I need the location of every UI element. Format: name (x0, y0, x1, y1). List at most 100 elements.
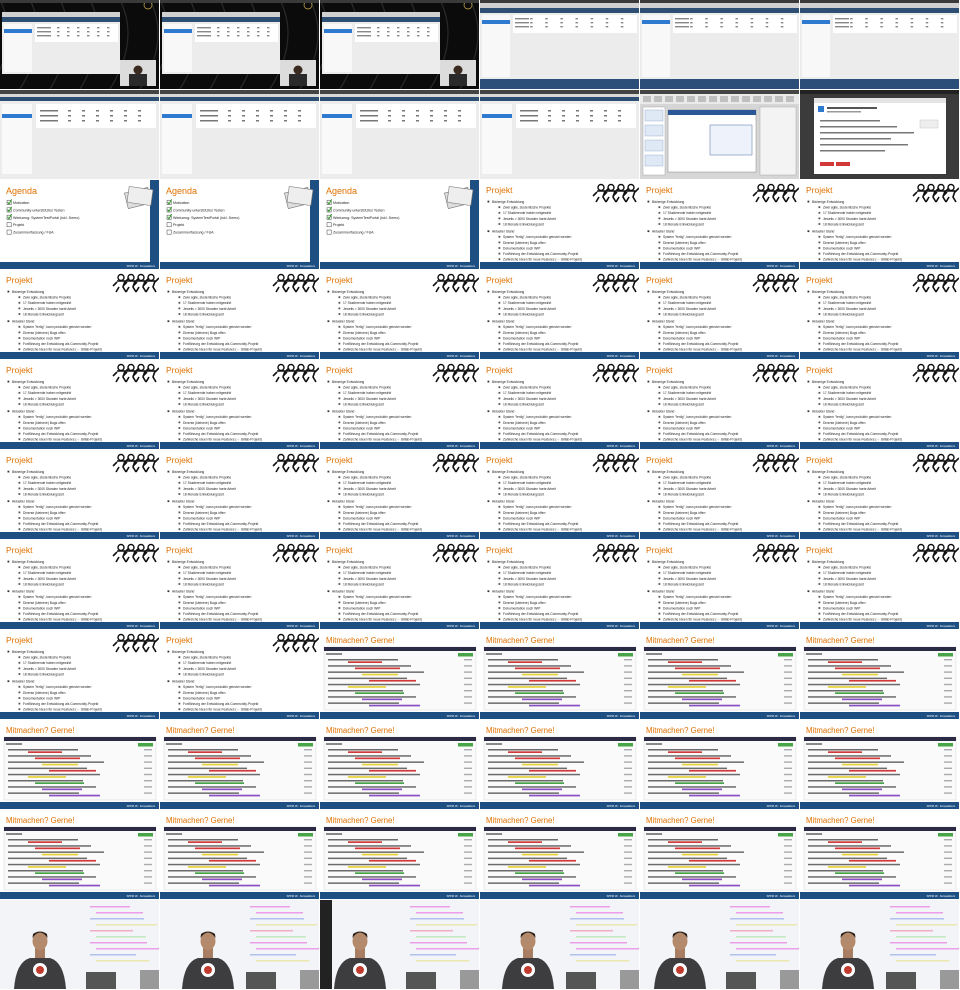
bullet (178, 337, 181, 339)
bullet-text: Dokumentation noch WIP (823, 606, 861, 610)
app-header (322, 17, 440, 22)
people-drawing-icon (432, 453, 479, 473)
footer-text: SPPM 18 · Kompaktkurs (607, 534, 636, 538)
bullet-text: Bisherige Entwicklung (652, 470, 684, 474)
issue-title-line (808, 857, 887, 860)
bullet (338, 595, 341, 598)
frame-projekt: Projekt Bisherige Entwicklung Zwei agile, … (320, 450, 479, 539)
bullet (807, 560, 810, 563)
issue-board-screenshot (643, 826, 797, 891)
issue-title-line (328, 773, 420, 776)
bullet (647, 590, 650, 593)
issue-label (35, 782, 84, 784)
people-drawing-icon (272, 273, 319, 293)
bullet (658, 432, 661, 435)
gitlab-nav-bar (644, 737, 796, 741)
bullet-text: Fortführung der Entwicklung als Communit… (823, 432, 898, 436)
issue-board-screenshot (323, 736, 477, 801)
frame-table-app (480, 90, 639, 179)
bullet (818, 432, 821, 435)
slide-title: Projekt (6, 275, 33, 285)
bullet-text: Fortführung der Entwicklung als Communit… (503, 342, 578, 346)
issue-title-line (648, 773, 740, 776)
bullet (647, 230, 650, 233)
issue-title-line (808, 870, 883, 872)
bullet-text: Aktueller Stand (172, 500, 195, 504)
people-drawing-icon (752, 183, 799, 203)
bullet-text: Zwei agile, studentische Projekte (503, 296, 551, 300)
bullet (658, 511, 661, 514)
gitlab-nav-bar (4, 827, 156, 831)
issue-title-line (808, 677, 887, 680)
bullet-text: Diverse (kleinere) Bugs offen (23, 601, 66, 605)
bullet (338, 566, 341, 569)
bullet-text: Dokumentation noch WIP (823, 516, 861, 520)
bullet-text: Zwei agile, studentische Projekte (183, 386, 231, 390)
bullet-text: 17 Studierende haben mitgewirkt (23, 301, 71, 305)
agenda-item: Motivation (173, 201, 189, 205)
bullet (498, 247, 501, 249)
bullet (338, 415, 341, 418)
bullet (818, 427, 821, 429)
new-issue-button (138, 833, 153, 837)
bullet-text: System "fertig", kann produktiv genutzt … (183, 325, 251, 329)
issue-label (209, 794, 260, 797)
footer-text: SPPM 18 · Kompaktkurs (287, 264, 316, 268)
issue-label (689, 859, 736, 862)
table-panel (355, 24, 438, 42)
bullet (807, 290, 810, 293)
issue-label (348, 866, 386, 868)
issue-title-line (488, 690, 563, 692)
bullet (658, 331, 661, 334)
bullet (658, 601, 661, 604)
bullet (178, 595, 181, 598)
bullet-text: Bisherige Entwicklung (492, 200, 524, 204)
bullet (178, 421, 181, 424)
issue-label (202, 788, 242, 791)
bullet-text: Fortführung der Entwicklung als Communit… (663, 612, 738, 616)
issue-title-line (8, 761, 104, 763)
bullet (658, 577, 661, 580)
tab-strip (160, 94, 319, 97)
issue-title-line (8, 786, 96, 788)
bullet (498, 206, 501, 209)
footer-text: SPPM 18 · Kompaktkurs (927, 624, 956, 628)
bullet-text: Diverse (kleinere) Bugs offen (663, 421, 706, 425)
bullet-text: System "fertig", kann produktiv genutzt … (823, 235, 891, 239)
issue-title-line (328, 870, 403, 872)
bullet-text: Zahlreiche Ideen für neue Features (→ Gi… (183, 708, 262, 712)
issue-title-line (328, 671, 424, 673)
sidebar-item-active (324, 29, 352, 33)
bullet-text: Diverse (kleinere) Bugs offen (183, 421, 226, 425)
bullet-text: Zahlreiche Ideen für neue Features (→ Gi… (503, 438, 582, 442)
issue-label (28, 776, 66, 778)
issue-title-line (488, 773, 580, 776)
issue-title-line (488, 761, 584, 763)
bullet (167, 590, 170, 593)
browser-window (322, 12, 440, 74)
frame-desktop (0, 0, 159, 89)
slide-title: Mitmachen? Gerne! (646, 636, 714, 645)
bullet (818, 397, 821, 400)
issue-title-line (328, 857, 407, 860)
issue-title-line (808, 767, 887, 770)
issue-title-line (808, 780, 883, 782)
bullet (658, 481, 661, 484)
slide-title: Projekt (646, 545, 673, 555)
bullet (658, 505, 661, 508)
frame-projekt: Projekt Bisherige Entwicklung Zwei agile, … (480, 270, 639, 359)
issue-title-line (8, 773, 100, 776)
issue-title-line (648, 845, 731, 847)
bullet-text: Aktueller Stand (332, 500, 355, 504)
bullet (338, 386, 341, 389)
frame-projekt: Projekt Bisherige Entwicklung Zwei agile, … (480, 540, 639, 629)
gitlab-nav-bar (484, 737, 636, 741)
issue-label (835, 667, 880, 670)
bullet (658, 607, 661, 609)
issue-title-line (488, 870, 563, 872)
bullet-text: 18 Monate Entwicklungszeit (23, 402, 64, 406)
app-header (640, 8, 799, 13)
issue-title-line (808, 702, 879, 704)
frame-speaker (480, 900, 639, 989)
bullet-text: 18 Monate Entwicklungszeit (823, 222, 864, 226)
